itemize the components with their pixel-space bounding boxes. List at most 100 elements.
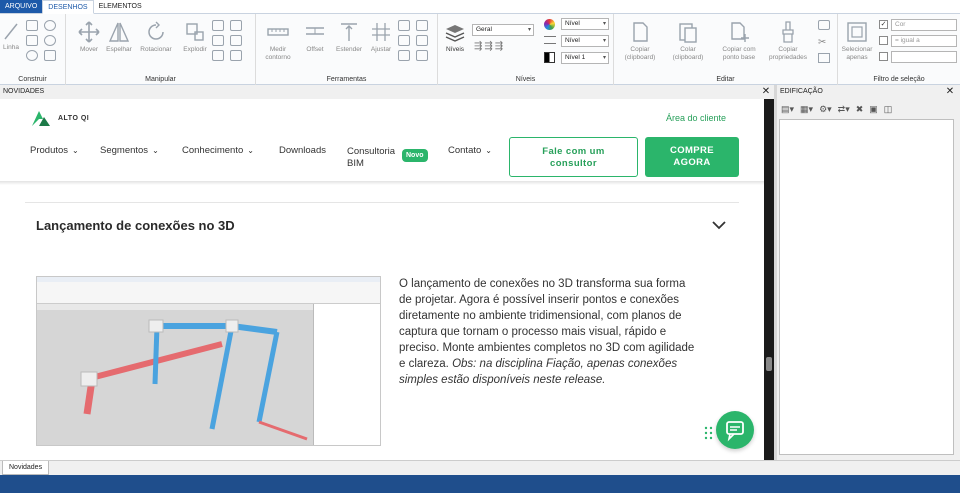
nivel-combo-1[interactable]: Nível [561, 18, 609, 30]
line-style-icon[interactable] [544, 36, 556, 44]
color-wheel-icon[interactable] [544, 19, 555, 30]
paste-icon [679, 23, 697, 43]
import-icon[interactable]: ◫ [884, 104, 893, 115]
fillet-icon[interactable] [398, 20, 410, 31]
tree-view-icon[interactable]: ▤▾ [781, 104, 794, 115]
accordion-chevron-icon[interactable] [710, 216, 728, 234]
select-all-icon[interactable] [818, 53, 830, 63]
copiar-propriedades-button[interactable]: Copiar propriedades [766, 18, 810, 66]
drag-grip-icon[interactable] [704, 426, 714, 440]
ellipse-icon[interactable] [44, 35, 56, 46]
cut-icon[interactable]: ✂ [818, 37, 826, 48]
align-icon[interactable] [230, 35, 242, 46]
nav-produtos[interactable]: Produtos ⌄ [30, 137, 79, 165]
properties-icon[interactable]: ⚙▾ [819, 104, 832, 115]
altoqi-logo[interactable]: ALTO QI [30, 109, 89, 127]
linha-label: Linha [3, 44, 19, 51]
tab-arquivo[interactable]: ARQUIVO [0, 0, 43, 13]
eraser-icon[interactable] [818, 20, 830, 30]
group-niveis-name: Níveis [515, 76, 536, 83]
nav-segmentos-label: Segmentos [100, 145, 149, 156]
nivel-combo-2[interactable]: Nível [561, 35, 609, 47]
nav-conhecimento[interactable]: Conhecimento ⌄ [182, 137, 254, 165]
building-icon[interactable]: ▦▾ [800, 104, 813, 115]
rectangle-icon[interactable] [26, 35, 38, 46]
medir-contorno-button[interactable]: Medir contorno [258, 18, 298, 66]
copiar-propriedades-label: Copiar propriedades [769, 46, 807, 61]
rotacionar-button[interactable]: Rotacionar [136, 18, 176, 66]
spline-icon[interactable] [44, 50, 56, 61]
novidades-close-icon[interactable]: ✕ [760, 86, 772, 98]
chamfer-icon[interactable] [416, 20, 428, 31]
group-niveis: Níveis Geral ⇶⇶⇶ Nível Nível Nível 1 Nív… [438, 14, 614, 85]
edificacao-close-icon[interactable]: ✕ [944, 86, 956, 98]
linha-button[interactable]: Linha [0, 18, 22, 66]
tab-elementos[interactable]: ELEMENTOS [94, 0, 147, 13]
arc-icon[interactable] [44, 20, 56, 31]
fill-icon[interactable] [544, 52, 555, 63]
niveis-button[interactable]: Níveis [440, 18, 470, 66]
fale-consultor-button[interactable]: Fale com um consultor [509, 137, 638, 177]
offset-icon [306, 27, 324, 35]
espelhar-button[interactable]: Espelhar [100, 18, 138, 66]
chat-button[interactable] [716, 411, 754, 449]
ajustar-button[interactable]: Ajustar [366, 18, 396, 66]
igual-checkbox[interactable] [879, 36, 888, 45]
polyline-icon[interactable] [26, 20, 38, 31]
tab-novidades[interactable]: Novidades [2, 461, 50, 475]
explodir-label: Explodir [183, 46, 207, 53]
explodir-button[interactable]: Explodir [176, 18, 214, 66]
offset-button[interactable]: Offset [300, 18, 330, 66]
scale-icon[interactable] [212, 20, 224, 31]
group-editar-name: Editar [716, 76, 735, 83]
filtro-checkbox-3[interactable] [879, 52, 888, 61]
copy-base-point-icon [731, 22, 749, 42]
area-cliente-link[interactable]: Área do cliente [666, 113, 726, 123]
cor-input[interactable]: Cor [891, 19, 957, 31]
circle-icon[interactable] [26, 50, 38, 61]
nivel-combo-3[interactable]: Nível 1 [561, 52, 609, 64]
stretch-icon[interactable] [212, 35, 224, 46]
colar-clipboard-button[interactable]: Colar (clipboard) [666, 18, 710, 66]
nav-conhecimento-label: Conhecimento [182, 145, 244, 156]
new-item-icon[interactable]: ▣ [869, 104, 878, 115]
feature-screenshot [36, 276, 381, 446]
selecionar-apenas-button[interactable]: Selecionar apenas [840, 18, 874, 66]
snap-icon[interactable] [416, 50, 428, 61]
layers-stack-icon [445, 25, 465, 42]
chevron-down-icon: ⌄ [485, 146, 492, 155]
estender-button[interactable]: Estender [332, 18, 366, 66]
copy-icon [633, 22, 648, 42]
layers-icon[interactable] [230, 50, 242, 61]
compre-agora-button[interactable]: COMPRE AGORA [645, 137, 739, 177]
section-title[interactable]: Lançamento de conexões no 3D [36, 218, 235, 233]
copiar-clipboard-button[interactable]: Copiar (clipboard) [618, 18, 662, 66]
group-filtro-name: Filtro de seleção [873, 76, 925, 83]
header-shadow [0, 181, 764, 185]
webview-scrollbar[interactable] [764, 99, 774, 460]
nav-segmentos[interactable]: Segmentos ⌄ [100, 137, 159, 165]
cor-checkbox[interactable]: ✓ [879, 20, 888, 29]
nav-contato[interactable]: Contato ⌄ [448, 137, 492, 165]
scrollbar-thumb[interactable] [766, 357, 772, 371]
join-icon[interactable] [416, 35, 428, 46]
break-icon[interactable] [398, 35, 410, 46]
tab-desenhos[interactable]: DESENHOS [42, 0, 94, 14]
divide-icon[interactable] [398, 50, 410, 61]
offset-label: Offset [306, 46, 324, 53]
delete-icon[interactable]: ✖ [856, 104, 864, 115]
nav-downloads[interactable]: Downloads [279, 137, 326, 165]
pipes-3d-illustration [80, 319, 308, 441]
mirror-icon [108, 22, 130, 42]
copiar-ponto-base-button[interactable]: Copiar com ponto base [714, 18, 764, 66]
brush-icon [782, 21, 794, 43]
shot-ribbon [37, 282, 380, 304]
edificacao-tree[interactable] [779, 119, 954, 455]
nav-consultoria-bim[interactable]: Consultoria BIM [347, 146, 395, 170]
group-icon[interactable] [212, 50, 224, 61]
link-icon[interactable]: ⇄▾ [838, 104, 850, 115]
filtro-input-3[interactable] [891, 51, 957, 63]
geral-combo[interactable]: Geral [472, 24, 534, 36]
copy-array-icon[interactable] [230, 20, 242, 31]
igual-input[interactable]: = igual a [891, 35, 957, 47]
